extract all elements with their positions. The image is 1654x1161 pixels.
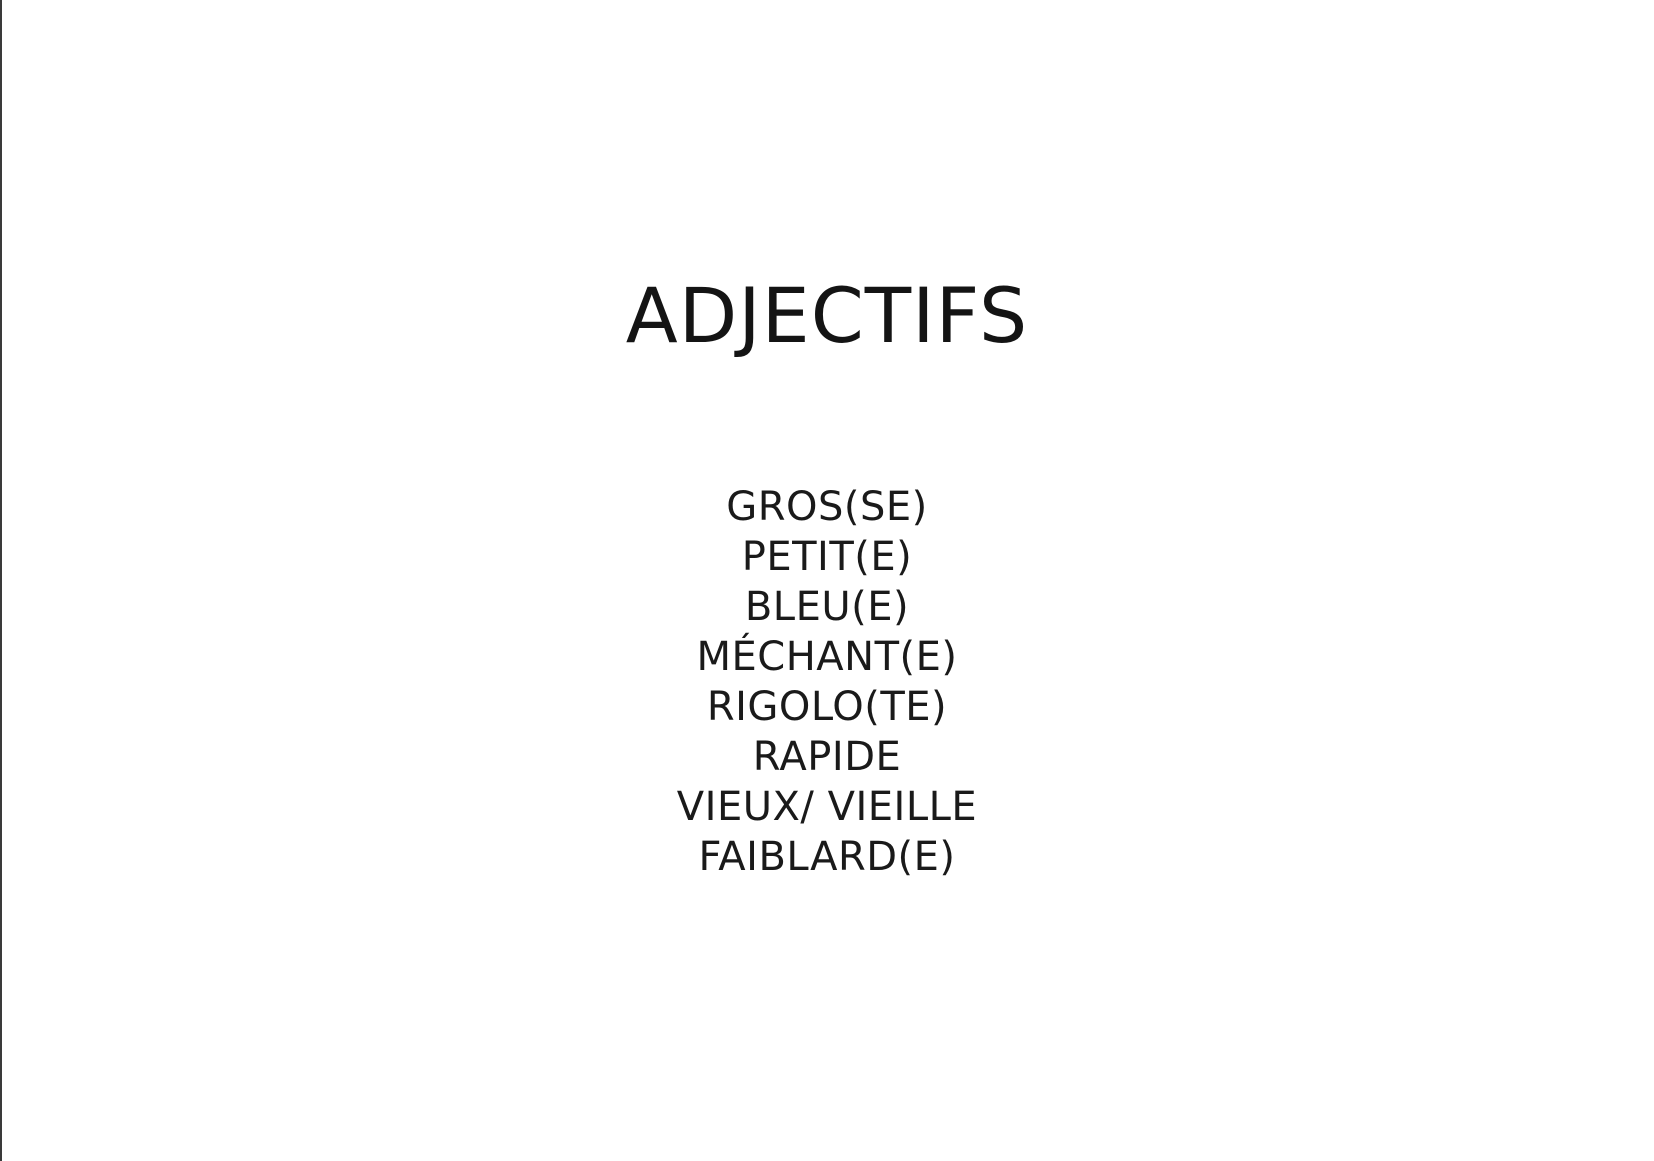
- adjective-item: BLEU(E): [744, 584, 910, 630]
- adjective-item: GROS(SE): [726, 484, 928, 530]
- adjective-item: MÉCHANT(E): [696, 634, 958, 680]
- adjective-item: VIEUX/ VIEILLE: [676, 784, 978, 830]
- adjective-item: FAIBLARD(E): [698, 834, 956, 880]
- adjective-item: RIGOLO(TE): [706, 684, 948, 730]
- adjective-item: PETIT(E): [741, 534, 913, 580]
- page-title: ADJECTIFS: [625, 271, 1029, 360]
- document-page: ADJECTIFS GROS(SE) PETIT(E) BLEU(E) MÉCH…: [0, 0, 1654, 1161]
- adjective-item: RAPIDE: [752, 734, 902, 780]
- adjective-list: GROS(SE) PETIT(E) BLEU(E) MÉCHANT(E) RIG…: [0, 482, 1654, 882]
